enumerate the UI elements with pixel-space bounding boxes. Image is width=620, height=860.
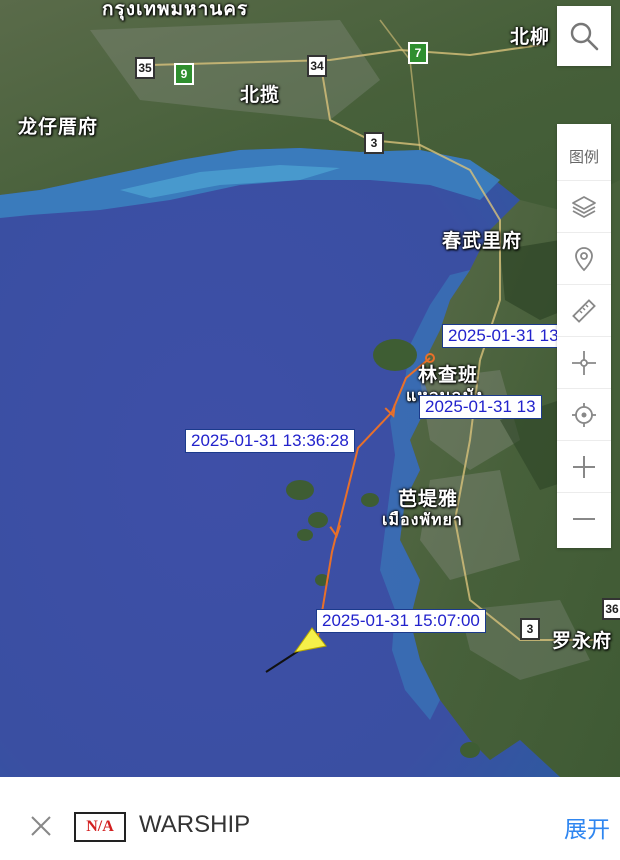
place-label-chonburi: 春武里府 (442, 230, 523, 252)
locate-button[interactable] (557, 388, 611, 440)
road-shield-9: 9 (174, 63, 194, 85)
road-shield-7: 7 (408, 42, 428, 64)
vessel-name: WARSHIP (139, 811, 251, 838)
map-view[interactable]: กรุงเทพมหานคร 北柳 北揽 龙仔厝府 春武里府 林查班 แหลมฉบ… (0, 0, 620, 777)
zoom-in-icon (573, 455, 595, 478)
search-icon (570, 22, 599, 51)
location-pin-icon (575, 246, 593, 271)
road-shield-3: 3 (364, 132, 384, 154)
place-label-lincha: 林查班 (418, 364, 479, 386)
ruler-icon (572, 298, 596, 323)
place-label-north: 北柳 (510, 26, 551, 48)
track-timestamp-label[interactable]: 2025-01-31 13: (442, 324, 570, 348)
target-icon (572, 402, 596, 427)
place-label-longzai: 龙仔厝府 (18, 116, 99, 138)
zoom-out-button[interactable] (557, 492, 611, 544)
location-button[interactable] (557, 232, 611, 284)
layers-icon (572, 195, 596, 218)
track-timestamp-label[interactable]: 2025-01-31 13 (419, 395, 542, 419)
measure-button[interactable] (557, 284, 611, 336)
flag-badge: N/A (74, 812, 126, 842)
place-label-bangkok: กรุงเทพมหานคร (102, 0, 249, 20)
zoom-in-button[interactable] (557, 440, 611, 492)
zoom-out-icon (573, 517, 595, 520)
road-shield-35: 35 (135, 57, 155, 79)
close-icon[interactable] (28, 813, 54, 839)
place-label-rayong: 罗永府 (552, 630, 613, 652)
track-timestamp-label[interactable]: 2025-01-31 13:36:28 (185, 429, 355, 453)
place-label-pattaya: 芭堤雅 (398, 488, 459, 510)
place-label-pattaya-thai: เมืองพัทยา (382, 510, 463, 529)
road-shield-34: 34 (307, 55, 327, 77)
road-shield-3b: 3 (520, 618, 540, 640)
crosshair-button[interactable] (557, 336, 611, 388)
track-timestamp-label[interactable]: 2025-01-31 15:07:00 (316, 609, 486, 633)
search-button[interactable] (557, 6, 611, 66)
crosshair-icon (572, 350, 596, 375)
map-toolbar: 图例 (557, 124, 611, 548)
layers-button[interactable] (557, 180, 611, 232)
road-shield-36: 36 (602, 598, 620, 620)
legend-button[interactable]: 图例 (557, 146, 611, 167)
vessel-info-bar: N/A WARSHIP 展开 (0, 777, 620, 860)
expand-button[interactable]: 展开 (564, 810, 610, 844)
place-label-beilan: 北揽 (240, 84, 281, 106)
